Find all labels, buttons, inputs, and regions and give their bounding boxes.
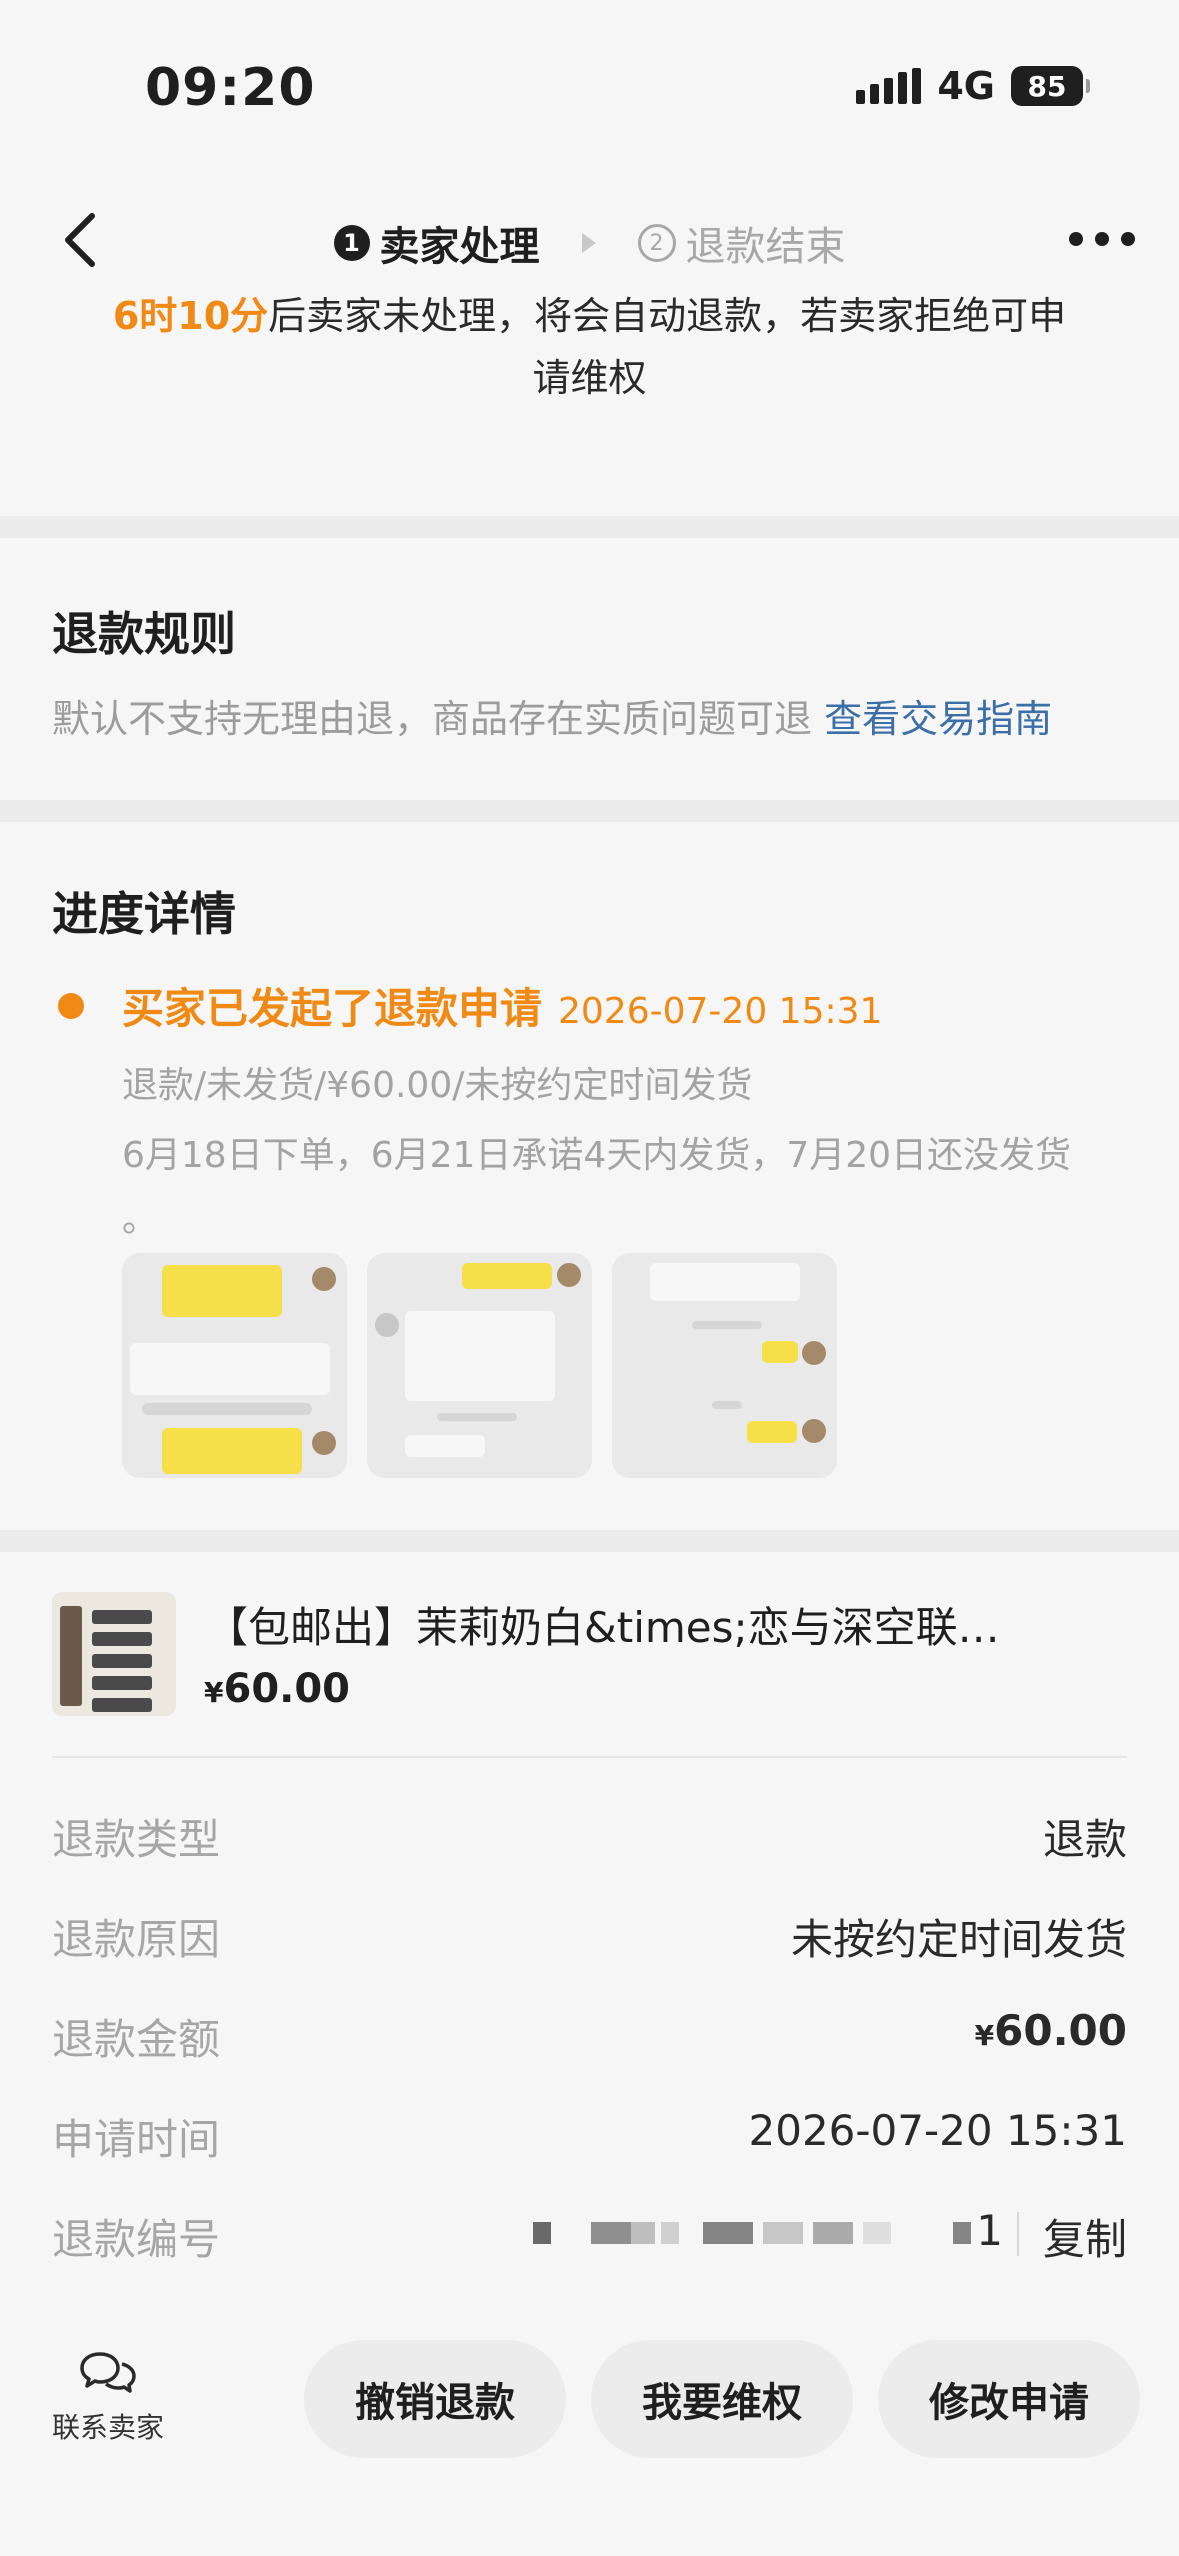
divider <box>1017 2212 1019 2256</box>
network-type: 4G <box>937 64 995 108</box>
step1-label: 卖家处理 <box>379 224 540 270</box>
event-title: 买家已发起了退款申请 <box>122 984 543 1033</box>
rules-description: 默认不支持无理由退，商品存在实质问题可退 查看交易指南 <box>52 688 1052 743</box>
amount-value: 60.00 <box>994 2006 1127 2055</box>
battery-icon: 85 <box>1011 66 1090 106</box>
refund-number-redacted <box>533 2222 993 2248</box>
bottom-action-bar: 联系卖家 撤销退款 我要维权 修改申请 <box>0 2310 1179 2556</box>
divider <box>52 1756 1127 1758</box>
progress-title: 进度详情 <box>52 887 236 941</box>
step-refund-complete: 2 退款结束 <box>637 214 846 272</box>
chat-icon <box>80 2352 136 2393</box>
price-value: 60.00 <box>223 1666 351 1712</box>
currency-symbol: ¥ <box>204 1676 224 1709</box>
refund-number-suffix: 1 <box>976 2206 1003 2255</box>
detail-value: ¥60.00 <box>975 2006 1127 2055</box>
detail-row-apply-time: 申请时间 2026-07-20 15:31 <box>52 2106 1127 2166</box>
event-time: 2026-07-20 15:31 <box>558 991 883 1032</box>
event-description-end: 。 <box>122 1199 159 1240</box>
detail-value: 未按约定时间发货 <box>790 1915 1127 1964</box>
evidence-image-1[interactable] <box>122 1253 347 1478</box>
event-description: 6月18日下单，6月21日承诺4天内发货，7月20日还没发货 <box>122 1135 1072 1176</box>
copy-button[interactable]: 复制 <box>1043 2206 1127 2267</box>
event-summary: 退款/未发货/¥60.00/未按约定时间发货 <box>122 1065 753 1106</box>
cancel-refund-button[interactable]: 撤销退款 <box>304 2340 566 2458</box>
dispute-button[interactable]: 我要维权 <box>591 2340 853 2458</box>
auto-refund-notice: 6时10分后卖家未处理，将会自动退款，若卖家拒绝可申 请维权 <box>60 285 1119 409</box>
step-arrow-icon <box>581 233 596 253</box>
product-title[interactable]: 【包邮出】茉莉奶白&times;恋与深空联… <box>206 1594 1000 1655</box>
modify-request-button[interactable]: 修改申请 <box>878 2340 1140 2458</box>
contact-seller-label: 联系卖家 <box>51 2411 164 2444</box>
progress-event-header: 买家已发起了退款申请 2026-07-20 15:31 <box>122 975 882 1036</box>
step-seller-processing: 1 卖家处理 <box>333 214 540 272</box>
detail-row-refund-type: 退款类型 退款 <box>52 1806 1127 1866</box>
more-icon[interactable] <box>1069 232 1135 246</box>
signal-icon <box>856 68 922 104</box>
detail-label: 退款类型 <box>52 1815 221 1864</box>
detail-row-refund-amount: 退款金额 ¥60.00 <box>52 2006 1127 2066</box>
product-thumbnail[interactable] <box>52 1592 176 1716</box>
trade-guide-link[interactable]: 查看交易指南 <box>824 697 1052 741</box>
detail-value: 2026-07-20 15:31 <box>748 2106 1127 2155</box>
detail-row-refund-reason: 退款原因 未按约定时间发货 <box>52 1906 1127 1966</box>
detail-label: 申请时间 <box>52 2115 221 2164</box>
refund-steps: 1 卖家处理 2 退款结束 <box>0 214 1179 272</box>
contact-seller-button[interactable]: 联系卖家 <box>46 2348 170 2446</box>
section-divider <box>0 1530 1179 1552</box>
product-price: ¥60.00 <box>204 1666 350 1712</box>
detail-value: 退款 <box>1042 1815 1127 1864</box>
detail-label: 退款编号 <box>52 2215 221 2264</box>
step2-number: 2 <box>637 224 676 262</box>
step2-label: 退款结束 <box>685 224 846 270</box>
status-bar: 09:20 4G 85 <box>0 0 1179 170</box>
section-divider <box>0 800 1179 822</box>
detail-label: 退款金额 <box>52 2015 221 2064</box>
status-time: 09:20 <box>145 58 316 118</box>
detail-row-refund-number: 退款编号 1 复制 <box>52 2206 1127 2266</box>
rules-text: 默认不支持无理由退，商品存在实质问题可退 <box>52 697 813 741</box>
countdown-text: 6时10分 <box>112 294 269 338</box>
timeline-dot <box>58 993 84 1019</box>
detail-label: 退款原因 <box>52 1915 221 1964</box>
currency-symbol: ¥ <box>974 2019 995 2052</box>
status-indicators: 4G 85 <box>856 64 1090 108</box>
battery-level: 85 <box>1027 69 1067 103</box>
notice-text-2: 请维权 <box>532 356 647 400</box>
evidence-images <box>122 1253 837 1478</box>
section-divider <box>0 516 1179 538</box>
evidence-image-2[interactable] <box>367 1253 592 1478</box>
evidence-image-3[interactable] <box>612 1253 837 1478</box>
step1-number: 1 <box>333 225 370 261</box>
notice-text-1: 后卖家未处理，将会自动退款，若卖家拒绝可申 <box>268 294 1067 338</box>
rules-title: 退款规则 <box>52 607 236 661</box>
